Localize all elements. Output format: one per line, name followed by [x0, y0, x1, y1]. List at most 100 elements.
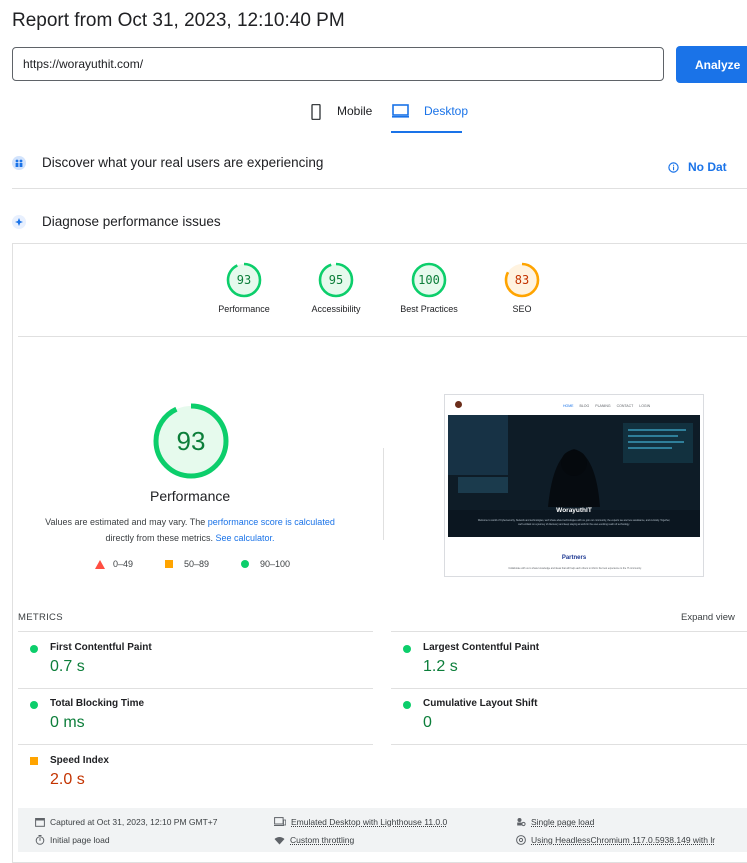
performance-score-large: 93: [176, 425, 206, 456]
metric-value: 1.2 s: [423, 658, 458, 675]
performance-label: Performance: [150, 488, 231, 504]
divider: [18, 688, 373, 689]
performance-gauge-large: 93: [152, 402, 230, 480]
mobile-icon: [311, 104, 321, 120]
desc-text: directly from these metrics.: [105, 533, 216, 543]
legend-average: 50–89: [165, 559, 209, 569]
report-title: Report from Oct 31, 2023, 12:10:40 PM: [12, 10, 345, 31]
metric-name: Largest Contentful Paint: [423, 642, 540, 653]
metric-value: 0: [423, 714, 432, 731]
footer-throttling-text: Custom throttling: [290, 835, 355, 845]
diagnose-section: Diagnose performance issues: [12, 214, 221, 229]
legend-range: 0–49: [113, 559, 134, 569]
person-icon: [517, 818, 526, 827]
expand-view-toggle[interactable]: Expand view: [681, 612, 735, 623]
divider: [12, 188, 747, 189]
diagnose-heading: Diagnose performance issues: [42, 214, 221, 229]
site-logo-icon: [455, 401, 462, 408]
site-nav-item: CONTACT: [616, 404, 634, 408]
divider: [18, 336, 747, 337]
site-hero: WorayuthIT Welcome to world of Cybersecu…: [448, 415, 700, 537]
footer-initial-load-text: Initial page load: [50, 835, 110, 845]
url-input[interactable]: [12, 47, 664, 81]
real-users-heading: Discover what your real users are experi…: [42, 155, 324, 170]
performance-score-link[interactable]: performance score is calculated: [208, 517, 335, 527]
score-gauge-best-practices[interactable]: 100 Best Practices: [389, 262, 469, 314]
performance-description: Values are estimated and may vary. The p…: [30, 514, 350, 546]
site-nav-item: BLOG: [579, 404, 590, 408]
analyze-button[interactable]: Analyze: [676, 46, 747, 83]
pass-circle-icon: [403, 645, 411, 653]
site-partners-title: Partners: [561, 555, 587, 561]
chrome-icon: [516, 835, 526, 845]
site-nav-item: HOME: [563, 404, 574, 408]
no-data-link[interactable]: No Dat: [668, 160, 727, 174]
wifi-icon: [274, 836, 285, 844]
square-icon: [165, 560, 173, 568]
score-label: Performance: [218, 304, 270, 314]
footer-throttling: Custom throttling: [274, 835, 354, 845]
site-hero-title: WorayuthIT: [556, 507, 592, 514]
score-gauge-seo[interactable]: 83 SEO: [489, 262, 555, 314]
metric-name: Total Blocking Time: [50, 698, 145, 709]
triangle-icon: [95, 559, 105, 569]
desktop-icon: [392, 104, 409, 118]
footer-captured-text: Captured at Oct 31, 2023, 12:10 PM GMT+7: [50, 817, 218, 827]
divider: [18, 631, 373, 632]
desc-text: Values are estimated and may vary. The: [45, 517, 208, 527]
score-label: Accessibility: [311, 304, 361, 314]
footer-emulated: Emulated Desktop with Lighthouse 11.0.0: [274, 817, 447, 827]
legend-range: 90–100: [260, 559, 291, 569]
footer-initial-load: Initial page load: [35, 835, 110, 845]
diagnose-icon: [12, 214, 26, 229]
average-square-icon: [30, 757, 38, 765]
footer-captured: Captured at Oct 31, 2023, 12:10 PM GMT+7: [35, 817, 218, 827]
score-gauge-performance[interactable]: 93 Performance: [211, 262, 277, 314]
tab-desktop-label: Desktop: [424, 104, 469, 118]
site-partners-text: Collaborate with us to share knowledge a…: [508, 567, 642, 570]
site-nav-item: LOGIN: [639, 404, 651, 408]
vertical-separator: [383, 448, 384, 540]
tab-mobile-label: Mobile: [337, 104, 373, 118]
real-users-section[interactable]: Discover what your real users are experi…: [12, 155, 323, 170]
score-label: Best Practices: [400, 304, 458, 314]
footer-single-page: Single page load: [516, 817, 594, 827]
divider: [18, 744, 373, 745]
legend-fail: 0–49: [95, 559, 133, 569]
no-data-label: No Dat: [688, 160, 727, 174]
calendar-icon: [35, 818, 45, 827]
device-icon: [274, 817, 286, 826]
circle-icon: [241, 560, 249, 568]
pass-circle-icon: [30, 645, 38, 653]
divider: [391, 631, 747, 632]
score-value: 100: [418, 273, 440, 287]
score-gauge-accessibility[interactable]: 95 Accessibility: [303, 262, 369, 314]
tab-desktop[interactable]: Desktop: [392, 104, 468, 134]
divider: [391, 688, 747, 689]
footer-single-page-text: Single page load: [531, 817, 595, 827]
score-value: 83: [514, 273, 530, 287]
score-value: 93: [236, 273, 252, 287]
site-nav: HOME BLOG PLANING CONTACT LOGIN: [563, 404, 650, 408]
footer-headless-text: Using HeadlessChromium 117.0.5938.149 wi…: [531, 835, 716, 845]
divider: [391, 744, 747, 745]
metric-name: First Contentful Paint: [50, 642, 152, 653]
site-nav-item: PLANING: [595, 404, 611, 408]
metric-value: 2.0 s: [50, 771, 85, 788]
legend-range: 50–89: [184, 559, 210, 569]
score-value: 95: [328, 273, 344, 287]
metrics-header: METRICS: [18, 612, 63, 623]
tab-mobile[interactable]: Mobile: [311, 104, 372, 134]
page-screenshot[interactable]: HOME BLOG PLANING CONTACT LOGIN Worayuth…: [444, 394, 704, 577]
tab-selected-indicator: [391, 131, 462, 133]
footer-headless: Using HeadlessChromium 117.0.5938.149 wi…: [516, 835, 715, 845]
metric-name: Speed Index: [50, 755, 109, 766]
metric-value: 0.7 s: [50, 658, 85, 675]
users-icon: [12, 155, 26, 170]
legend-pass: 90–100: [241, 559, 290, 569]
runtime-settings-footer: Captured at Oct 31, 2023, 12:10 PM GMT+7…: [18, 808, 747, 852]
timer-icon: [35, 835, 45, 845]
pass-circle-icon: [403, 701, 411, 709]
see-calculator-link[interactable]: See calculator.: [215, 533, 274, 543]
pass-circle-icon: [30, 701, 38, 709]
